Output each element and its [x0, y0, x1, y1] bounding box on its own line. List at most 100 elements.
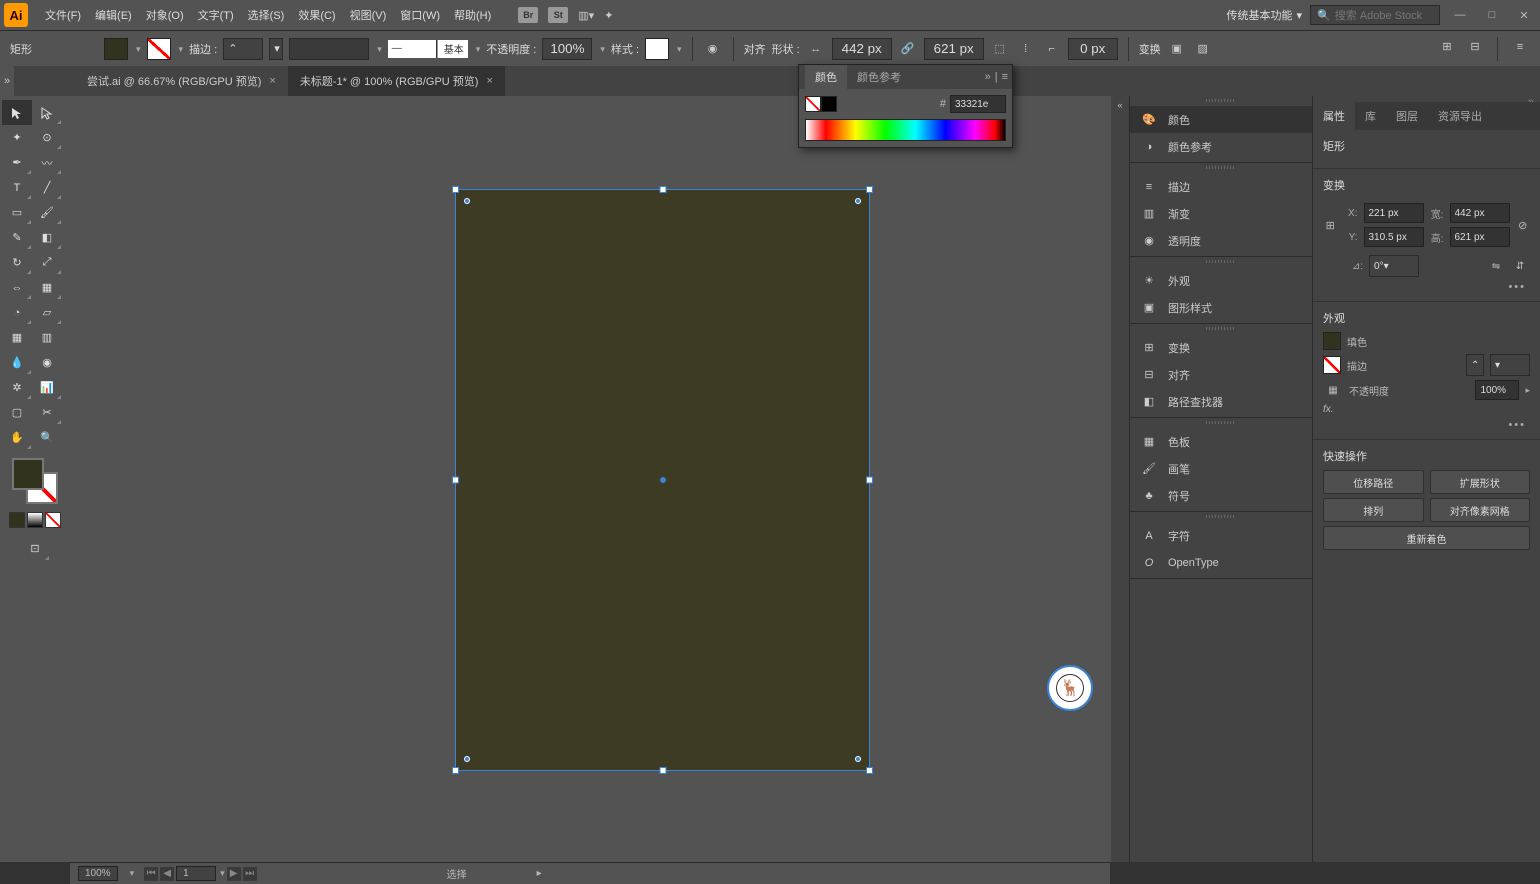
- magic-wand-tool[interactable]: ✦: [2, 125, 32, 150]
- status-more-icon[interactable]: ▸: [537, 868, 542, 879]
- transform-label[interactable]: 变换: [1139, 41, 1161, 57]
- props-stroke-profile[interactable]: ▾: [1490, 354, 1530, 376]
- props-w-input[interactable]: [1450, 203, 1510, 223]
- pen-tool[interactable]: ✒: [2, 150, 32, 175]
- menu-help[interactable]: 帮助(H): [447, 7, 498, 23]
- symbol-sprayer-tool[interactable]: ✲: [2, 375, 32, 400]
- doc-tab-1[interactable]: 尝试.ai @ 66.67% (RGB/GPU 预览) ×: [75, 66, 288, 96]
- search-stock-input[interactable]: 🔍搜索 Adobe Stock: [1310, 5, 1440, 25]
- selection-tool[interactable]: [2, 100, 32, 125]
- color-mode-btn[interactable]: [9, 512, 25, 528]
- selected-rectangle[interactable]: [455, 189, 870, 771]
- props-fill-swatch[interactable]: [1323, 332, 1341, 350]
- paintbrush-tool[interactable]: 🖌: [32, 200, 62, 225]
- doc-tab-1-close[interactable]: ×: [269, 75, 275, 87]
- artboard-tool[interactable]: ▢: [2, 400, 32, 425]
- props-tab-properties[interactable]: 属性: [1313, 102, 1355, 130]
- style-swatch[interactable]: [645, 38, 669, 60]
- menu-type[interactable]: 文字(T): [191, 7, 241, 23]
- fill-color-swatch[interactable]: [12, 458, 44, 490]
- cp-stroke-swatch[interactable]: [805, 96, 821, 112]
- zoom-tool[interactable]: 🔍: [32, 425, 62, 450]
- brush-select[interactable]: [289, 38, 369, 60]
- slice-tool[interactable]: ✂: [32, 400, 62, 425]
- flip-h-icon[interactable]: ⇋: [1486, 256, 1506, 276]
- panel-menu-icon[interactable]: ≡: [1510, 37, 1530, 57]
- window-minimize[interactable]: —: [1448, 6, 1472, 24]
- last-artboard-btn[interactable]: ⏭: [243, 867, 257, 881]
- free-transform-tool[interactable]: ▦: [32, 275, 62, 300]
- snap-icon[interactable]: ⊟: [1465, 37, 1485, 57]
- gradient-tool[interactable]: ▥: [32, 325, 62, 350]
- props-tab-layers[interactable]: 图层: [1386, 102, 1428, 130]
- shaper-tool[interactable]: ✎: [2, 225, 32, 250]
- doc-tab-2[interactable]: 未标题-1* @ 100% (RGB/GPU 预览) ×: [288, 66, 505, 96]
- perspective-tool[interactable]: ▱: [32, 300, 62, 325]
- arrange-button[interactable]: 排列: [1323, 498, 1424, 522]
- panel-character[interactable]: A字符: [1130, 522, 1312, 549]
- first-artboard-btn[interactable]: ⏮: [144, 867, 158, 881]
- align-pixel-button[interactable]: 对齐像素网格: [1430, 498, 1531, 522]
- props-fx-button[interactable]: fx.: [1323, 404, 1334, 415]
- doc-tab-2-close[interactable]: ×: [486, 75, 492, 87]
- panel-symbols[interactable]: ♣符号: [1130, 482, 1312, 509]
- appearance-more-icon[interactable]: •••: [1323, 419, 1530, 431]
- eraser-tool[interactable]: ◧: [32, 225, 62, 250]
- curvature-tool[interactable]: 〰: [32, 150, 62, 175]
- arrange-docs-icon[interactable]: ▥▾: [578, 9, 594, 22]
- menu-select[interactable]: 选择(S): [241, 7, 292, 23]
- props-stroke-weight[interactable]: ⌃: [1466, 354, 1484, 376]
- expand-toolbar-icon[interactable]: »: [0, 66, 14, 96]
- width-tool[interactable]: ⇔: [2, 275, 32, 300]
- color-tab[interactable]: 颜色: [805, 65, 847, 89]
- rotate-tool[interactable]: ↻: [2, 250, 32, 275]
- props-tab-asset-export[interactable]: 资源导出: [1428, 102, 1492, 130]
- width-input[interactable]: [832, 38, 892, 60]
- line-tool[interactable]: ╱: [32, 175, 62, 200]
- reference-point-icon[interactable]: ⊞: [1323, 215, 1338, 235]
- props-x-input[interactable]: [1364, 203, 1424, 223]
- window-close[interactable]: ✕: [1512, 6, 1536, 24]
- props-angle-input[interactable]: 0° ▾: [1369, 255, 1419, 277]
- opacity-input[interactable]: [542, 38, 592, 60]
- shape-label[interactable]: 形状 :: [772, 41, 800, 57]
- panel-color[interactable]: 🎨颜色: [1130, 106, 1312, 133]
- graph-tool[interactable]: 📊: [32, 375, 62, 400]
- none-mode-btn[interactable]: [45, 512, 61, 528]
- menu-edit[interactable]: 编辑(E): [88, 7, 139, 23]
- panel-brushes[interactable]: 🖌画笔: [1130, 455, 1312, 482]
- rectangle-tool[interactable]: ▭: [2, 200, 32, 225]
- props-opacity-input[interactable]: [1475, 380, 1519, 400]
- stroke-swatch[interactable]: [147, 38, 171, 60]
- profile-select[interactable]: — 基本: [388, 40, 468, 58]
- dock-collapse-strip[interactable]: «: [1111, 96, 1129, 862]
- shape-builder-tool[interactable]: ◔: [2, 300, 32, 325]
- color-spectrum[interactable]: [805, 119, 1006, 141]
- panel-transparency[interactable]: ◉透明度: [1130, 227, 1312, 254]
- artboard-number[interactable]: 1: [176, 866, 216, 881]
- align-pixel-icon[interactable]: ⊞: [1437, 37, 1457, 57]
- props-stroke-swatch[interactable]: [1323, 356, 1341, 374]
- corner-type-icon[interactable]: ⬚: [990, 39, 1010, 59]
- menu-file[interactable]: 文件(F): [38, 7, 88, 23]
- panel-swatches[interactable]: ▦色板: [1130, 428, 1312, 455]
- offset-path-button[interactable]: 位移路径: [1323, 470, 1424, 494]
- flip-v-icon[interactable]: ⇵: [1510, 256, 1530, 276]
- scale-tool[interactable]: ⤢: [32, 250, 62, 275]
- recolor-button[interactable]: 重新着色: [1323, 526, 1530, 550]
- fill-stroke-swatches[interactable]: [10, 456, 60, 506]
- color-panel-collapse-icon[interactable]: »: [985, 71, 991, 83]
- panel-gradient[interactable]: ▥渐变: [1130, 200, 1312, 227]
- height-input[interactable]: [924, 38, 984, 60]
- gradient-mode-btn[interactable]: [27, 512, 43, 528]
- props-y-input[interactable]: [1364, 227, 1424, 247]
- color-panel-menu-icon[interactable]: ≡: [1002, 71, 1008, 83]
- panel-transform[interactable]: ⊞变换: [1130, 334, 1312, 361]
- panel-align[interactable]: ⊟对齐: [1130, 361, 1312, 388]
- fill-swatch[interactable]: [104, 38, 128, 60]
- panel-graphic-styles[interactable]: ▣图形样式: [1130, 294, 1312, 321]
- stock-icon[interactable]: St: [548, 7, 568, 23]
- cp-fill-swatch[interactable]: [821, 96, 837, 112]
- gpu-icon[interactable]: ✦: [604, 9, 613, 22]
- blend-tool[interactable]: ◉: [32, 350, 62, 375]
